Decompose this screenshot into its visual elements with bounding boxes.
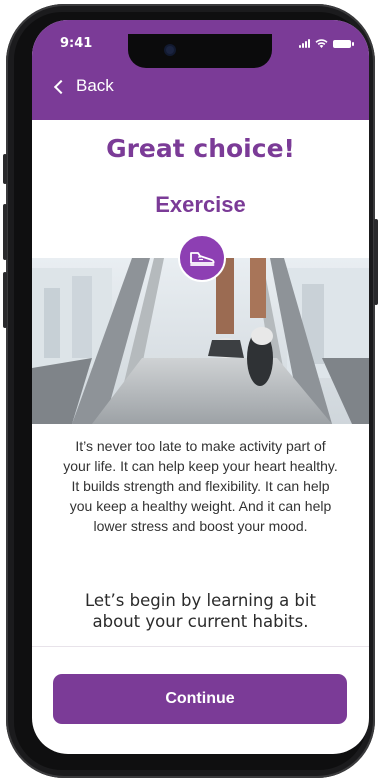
status-time: 9:41 bbox=[60, 36, 93, 51]
volume-up-button bbox=[3, 204, 7, 260]
exercise-description: It’s never too late to make activity par… bbox=[63, 438, 338, 534]
power-button bbox=[374, 219, 378, 305]
wifi-icon bbox=[315, 39, 328, 48]
status-icons bbox=[299, 39, 354, 48]
habits-prompt: Let’s begin by learning a bit about your… bbox=[85, 591, 316, 631]
category-title: Exercise bbox=[155, 192, 246, 217]
chevron-left-icon bbox=[53, 79, 69, 94]
status-bar: 9:41 bbox=[32, 34, 369, 68]
notch bbox=[128, 34, 272, 68]
app-screen: 9:41 Back Great choice! Exercise It’s ne… bbox=[32, 20, 369, 754]
footer-divider bbox=[32, 646, 369, 647]
signal-icon bbox=[299, 39, 310, 48]
volume-down-button bbox=[3, 272, 7, 328]
back-label: Back bbox=[76, 76, 114, 95]
battery-icon bbox=[333, 39, 354, 48]
continue-button[interactable]: Continue bbox=[53, 674, 347, 724]
page-title: Great choice! bbox=[106, 134, 295, 163]
sneaker-icon bbox=[190, 252, 215, 266]
app-header: 9:41 Back bbox=[32, 20, 369, 120]
treadmill-photo bbox=[32, 258, 369, 424]
back-button[interactable]: Back bbox=[53, 76, 114, 96]
sneaker-badge bbox=[178, 234, 226, 282]
continue-label: Continue bbox=[165, 690, 235, 707]
front-camera bbox=[166, 46, 174, 54]
mute-switch bbox=[3, 154, 7, 184]
